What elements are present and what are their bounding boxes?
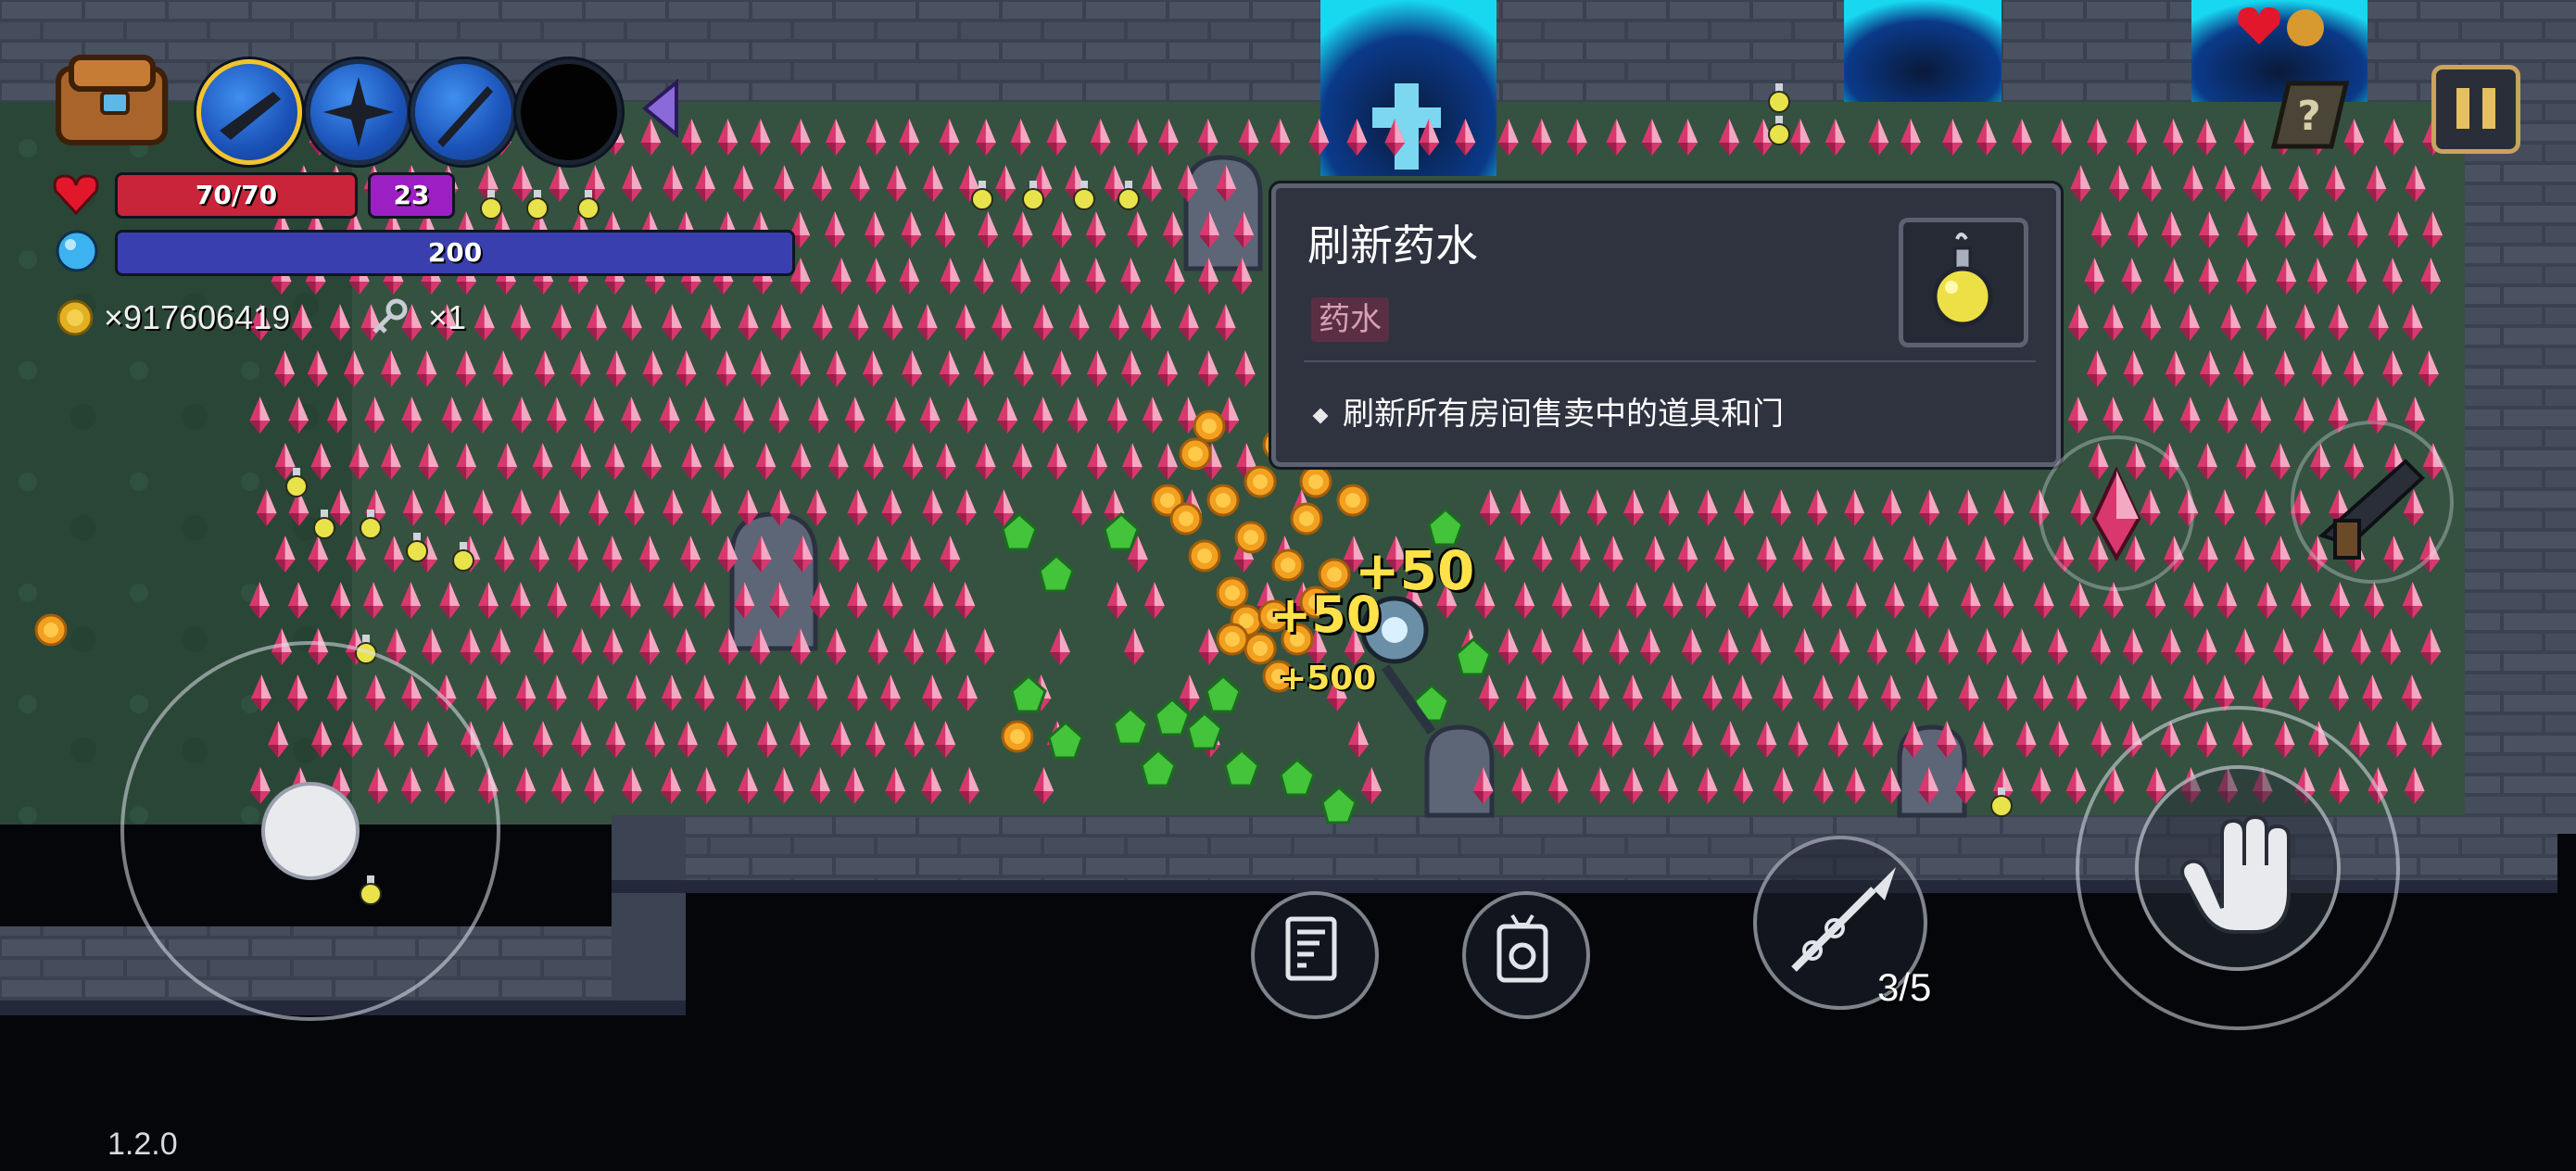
pause-icon: [2456, 88, 2495, 129]
tooltip-title: 刷新药水: [1307, 220, 1478, 271]
help-book-button[interactable]: ?: [2268, 76, 2352, 154]
buff-icons: [2231, 0, 2333, 50]
joystick-knob[interactable]: [261, 782, 360, 880]
question-icon: ?: [2270, 81, 2350, 149]
floating-gain-mid: +50: [1269, 586, 1382, 644]
backpack-button[interactable]: [51, 48, 176, 150]
pause-button[interactable]: [2431, 65, 2520, 154]
backpack-icon: [56, 55, 168, 145]
weapon-slot-1[interactable]: [196, 59, 302, 165]
floating-gain-small: +500: [1279, 660, 1377, 698]
tooltip-divider: [1304, 360, 2036, 362]
potion-icon: [1932, 233, 1993, 327]
item-tooltip: 刷新药水 药水 刷新所有房间售卖中的道具和门: [1271, 183, 2061, 467]
hand-icon: [2180, 814, 2291, 934]
speaker-icon: [1496, 913, 1548, 983]
mana-orb-icon: [54, 228, 100, 274]
mana-bar: 200: [115, 230, 795, 276]
attack-joystick[interactable]: [2076, 706, 2400, 1030]
document-icon: [1285, 916, 1337, 981]
key-icon: [369, 298, 411, 337]
coin-count: ×917606419: [104, 298, 291, 336]
skill-charges: 3/5: [1877, 965, 1932, 1009]
bullet-icon: [1312, 408, 1329, 424]
tooltip-description: 刷新所有房间售卖中的道具和门: [1343, 396, 1784, 433]
movement-joystick[interactable]: [120, 641, 500, 1021]
weapon-slot-empty[interactable]: [516, 59, 622, 165]
key-count: ×1: [428, 298, 467, 336]
weapon-swap-button[interactable]: [2291, 421, 2454, 584]
collapse-arrow-icon[interactable]: [639, 78, 686, 139]
version-label: 1.2.0: [107, 1127, 178, 1162]
tooltip-tag: 药水: [1311, 297, 1389, 342]
item-preview-frame: [1899, 218, 2028, 347]
hp-text: 70/70: [195, 180, 278, 210]
crystal-icon: [2091, 466, 2141, 562]
item-pickup-button[interactable]: [2039, 435, 2194, 591]
staff-icon: [437, 86, 493, 147]
weapon-slot-3[interactable]: [410, 59, 516, 165]
gun-icon: [2318, 459, 2425, 560]
shotgun-icon: [220, 92, 281, 140]
armor-text: 23: [393, 180, 430, 210]
pet-button[interactable]: [1462, 891, 1590, 1019]
quest-log-button[interactable]: [1251, 891, 1379, 1019]
mana-text: 200: [427, 237, 483, 268]
weapon-slot-2[interactable]: [306, 59, 411, 165]
armor-bar: 23: [368, 172, 455, 219]
attack-button[interactable]: [2135, 765, 2341, 971]
hp-bar: 70/70: [115, 172, 358, 219]
heart-icon: [52, 172, 100, 217]
shuriken-icon: [323, 77, 394, 147]
svg-text:?: ?: [2297, 93, 2321, 140]
coin-icon: [56, 298, 95, 337]
